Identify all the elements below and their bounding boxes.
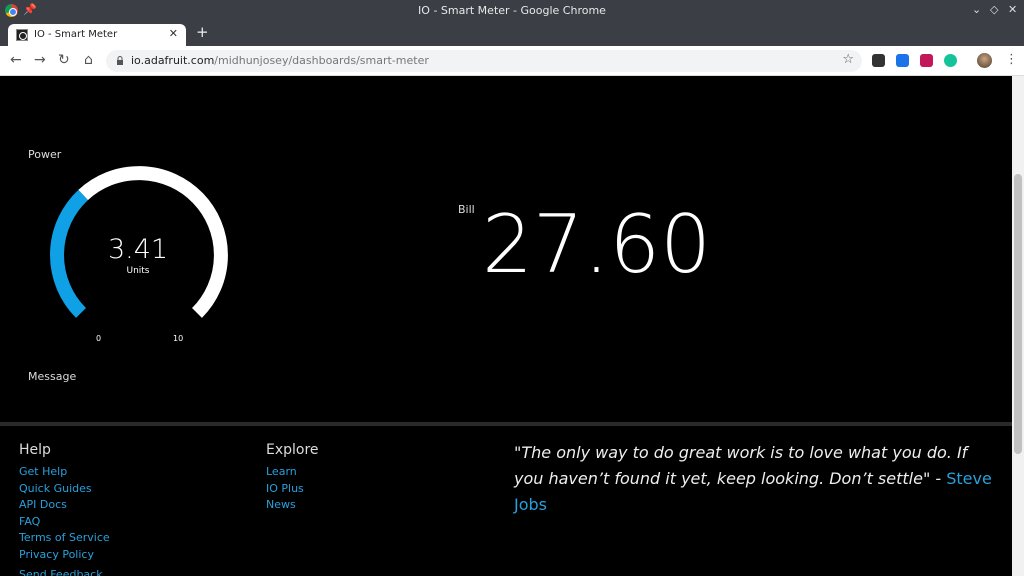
footer-link-get-help[interactable]: Get Help [19, 465, 67, 478]
url-text: io.adafruit.com/midhunjosey/dashboards/s… [131, 54, 429, 67]
minimize-icon[interactable]: ⌄ [972, 3, 981, 16]
forward-icon[interactable]: → [34, 52, 46, 68]
footer-link-faq[interactable]: FAQ [19, 515, 40, 528]
menu-icon[interactable]: ⋮ [1005, 52, 1018, 67]
bill-value: 27.60 [482, 198, 712, 291]
window-title: IO - Smart Meter - Google Chrome [418, 4, 606, 17]
footer-link-send-feedback[interactable]: Send Feedback [19, 568, 103, 576]
grammarly-icon[interactable] [944, 54, 957, 67]
close-window-icon[interactable]: ✕ [1008, 3, 1017, 16]
adafruit-io-favicon-icon [16, 29, 28, 41]
extension-icon[interactable] [920, 54, 933, 67]
new-tab-button[interactable]: + [196, 23, 209, 41]
tab-strip: IO - Smart Meter ✕ + [0, 22, 1024, 46]
extension-icon[interactable] [872, 54, 885, 67]
power-block-title: Power [28, 148, 62, 161]
address-bar[interactable]: io.adafruit.com/midhunjosey/dashboards/s… [106, 50, 862, 72]
scrollbar-thumb[interactable] [1014, 174, 1022, 454]
help-heading: Help [19, 442, 51, 458]
explore-heading: Explore [266, 442, 319, 458]
home-icon[interactable]: ⌂ [84, 52, 93, 68]
lock-icon [117, 56, 123, 65]
footer-link-learn[interactable]: Learn [266, 465, 297, 478]
footer-link-quick-guides[interactable]: Quick Guides [19, 482, 92, 495]
back-icon[interactable]: ← [10, 52, 22, 68]
tab-title: IO - Smart Meter [34, 29, 118, 40]
window-titlebar: 📌 IO - Smart Meter - Google Chrome ⌄ ◇ ✕ [0, 0, 1024, 22]
footer-link-news[interactable]: News [266, 498, 296, 511]
footer-link-api-docs[interactable]: API Docs [19, 498, 67, 511]
page-scrollbar[interactable] [1012, 76, 1024, 576]
tab-close-icon[interactable]: ✕ [169, 27, 178, 40]
reload-icon[interactable]: ↻ [58, 52, 70, 68]
power-unit: Units [126, 266, 150, 276]
avatar[interactable] [977, 53, 992, 68]
power-value: 3.41 [107, 234, 169, 265]
footer-quote: "The only way to do great work is to lov… [514, 440, 994, 518]
tab-smart-meter[interactable]: IO - Smart Meter ✕ [8, 24, 186, 46]
footer-link-terms[interactable]: Terms of Service [19, 531, 110, 544]
message-block-title: Message [28, 370, 77, 383]
quote-text: "The only way to do great work is to lov… [514, 443, 968, 488]
gauge-max-label: 10 [173, 334, 184, 343]
maximize-icon[interactable]: ◇ [990, 3, 998, 16]
dashboard-page: Power 3.41 Units 0 10 Message Bill 27.60… [0, 76, 1012, 576]
bill-block-title: Bill [458, 203, 475, 216]
footer-link-io-plus[interactable]: IO Plus [266, 482, 304, 495]
footer: Help Get Help Quick Guides API Docs FAQ … [0, 426, 1012, 576]
browser-toolbar: ← → ↻ ⌂ io.adafruit.com/midhunjosey/dash… [0, 46, 1024, 76]
gauge-min-label: 0 [96, 334, 102, 343]
star-icon[interactable]: ☆ [842, 52, 854, 67]
gauge-fill [50, 189, 89, 318]
extension-icon[interactable] [896, 54, 909, 67]
footer-link-privacy[interactable]: Privacy Policy [19, 548, 94, 561]
